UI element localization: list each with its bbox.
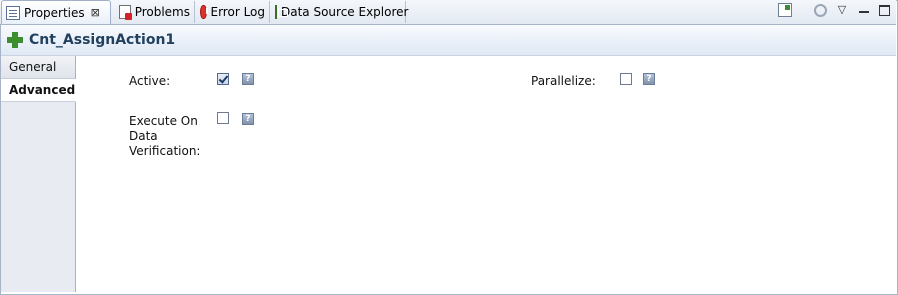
close-icon[interactable]: ⊠ (91, 6, 100, 19)
advanced-section: Active: ? Parallelize: ? Execute On Data… (76, 56, 896, 292)
pin-icon[interactable] (778, 3, 792, 17)
execute-label-line-1: Execute On (129, 114, 198, 128)
section-tab-advanced[interactable]: Advanced (1, 79, 76, 102)
tab-data-source-explorer-label: Data Source Explorer (281, 5, 409, 19)
active-label: Active: (129, 74, 171, 88)
active-checkbox[interactable] (217, 73, 229, 85)
execute-on-data-verification-help-icon[interactable]: ? (242, 113, 254, 125)
properties-title-bar: Cnt_AssignAction1 (1, 25, 896, 56)
data-source-explorer-icon (275, 5, 288, 19)
problems-icon (119, 5, 132, 20)
error-log-icon (200, 5, 208, 19)
tab-properties-label: Properties (24, 5, 85, 20)
sync-icon[interactable] (814, 3, 827, 17)
page-title: Cnt_AssignAction1 (29, 32, 176, 48)
minimize-icon[interactable] (857, 3, 871, 17)
tab-error-log[interactable]: Error Log (196, 1, 270, 23)
assign-action-icon (7, 32, 23, 48)
section-tab-general[interactable]: General (1, 56, 75, 79)
execute-label-line-2: Data (129, 129, 158, 143)
parallelize-checkbox[interactable] (620, 73, 632, 85)
tab-problems[interactable]: Problems (115, 1, 195, 23)
maximize-icon[interactable] (879, 4, 890, 16)
properties-icon (6, 5, 20, 20)
view-tab-bar: Properties ⊠ Problems Error Log Data Sou… (0, 0, 896, 25)
tab-problems-label: Problems (134, 5, 190, 19)
parallelize-help-icon[interactable]: ? (643, 73, 655, 85)
parallelize-label: Parallelize: (531, 74, 596, 88)
execute-on-data-verification-checkbox[interactable] (217, 112, 229, 124)
execute-label-line-3: Verification: (129, 144, 201, 158)
tab-data-source-explorer[interactable]: Data Source Explorer (271, 1, 409, 23)
execute-on-data-verification-label: Execute On Data Verification: (129, 114, 200, 159)
view-menu-icon[interactable]: ▽ (835, 3, 849, 17)
section-tabs: General Advanced (1, 56, 76, 292)
tab-error-log-label: Error Log (210, 5, 266, 19)
active-help-icon[interactable]: ? (242, 73, 254, 85)
tab-properties[interactable]: Properties ⊠ (1, 0, 111, 24)
view-toolbar: ▽ (778, 3, 890, 17)
